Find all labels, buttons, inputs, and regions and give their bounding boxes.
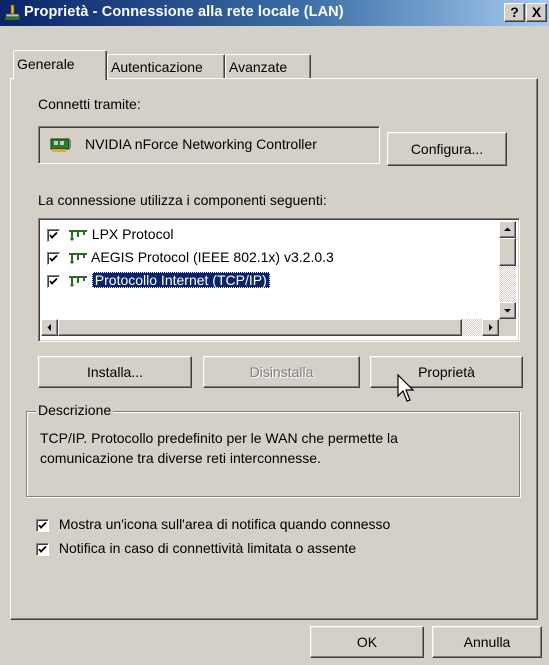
component-label: Protocollo Internet (TCP/IP)	[91, 272, 270, 288]
tab-autenticazione[interactable]: Autenticazione	[107, 54, 225, 78]
arrow-left-icon	[47, 324, 51, 331]
component-checkbox[interactable]	[47, 228, 60, 242]
list-item-selected[interactable]: Protocollo Internet (TCP/IP)	[47, 272, 270, 294]
scroll-right-button[interactable]	[482, 319, 499, 336]
ok-button[interactable]: OK	[310, 626, 424, 658]
adapter-name: NVIDIA nForce Networking Controller	[85, 136, 317, 152]
configure-button[interactable]: Configura...	[387, 132, 507, 166]
component-checkbox[interactable]	[47, 251, 60, 265]
close-button[interactable]: X	[526, 3, 547, 22]
connect-via-label: Connetti tramite:	[38, 96, 141, 112]
arrow-up-icon	[504, 227, 511, 231]
adapter-field: NVIDIA nForce Networking Controller	[38, 126, 380, 164]
window-title: Proprietà - Connessione alla rete locale…	[24, 4, 344, 20]
mouse-pointer-icon	[397, 374, 415, 402]
arrow-down-icon	[504, 309, 511, 313]
scrollbar-corner	[499, 319, 516, 336]
network-protocol-icon	[68, 276, 87, 287]
scroll-left-button[interactable]	[41, 319, 58, 336]
components-label: La connessione utilizza i componenti seg…	[38, 192, 327, 208]
network-protocol-icon	[68, 253, 87, 264]
scroll-up-button[interactable]	[499, 221, 516, 238]
help-button[interactable]: ?	[504, 3, 525, 22]
component-label: AEGIS Protocol (IEEE 802.1x) v3.2.0.3	[91, 249, 334, 265]
horizontal-scroll-thumb[interactable]	[58, 319, 462, 336]
tab-generale[interactable]: Generale	[13, 50, 107, 80]
network-connection-icon	[4, 4, 21, 21]
cancel-button[interactable]: Annulla	[432, 626, 542, 658]
title-bar[interactable]: Proprietà - Connessione alla rete locale…	[0, 0, 549, 26]
list-item[interactable]: LPX Protocol	[47, 226, 174, 248]
tab-avanzate[interactable]: Avanzate	[225, 54, 311, 78]
arrow-right-icon	[489, 324, 493, 331]
components-listbox[interactable]: LPX Protocol AEGIS Protocol (IEEE 802.1x…	[38, 218, 520, 342]
vertical-scroll-thumb[interactable]	[499, 238, 516, 266]
list-item[interactable]: AEGIS Protocol (IEEE 802.1x) v3.2.0.3	[47, 249, 334, 271]
scroll-down-button[interactable]	[499, 302, 516, 319]
component-checkbox[interactable]	[47, 274, 60, 288]
network-protocol-icon	[68, 230, 87, 241]
component-label: LPX Protocol	[91, 226, 174, 242]
network-card-icon	[50, 138, 71, 152]
